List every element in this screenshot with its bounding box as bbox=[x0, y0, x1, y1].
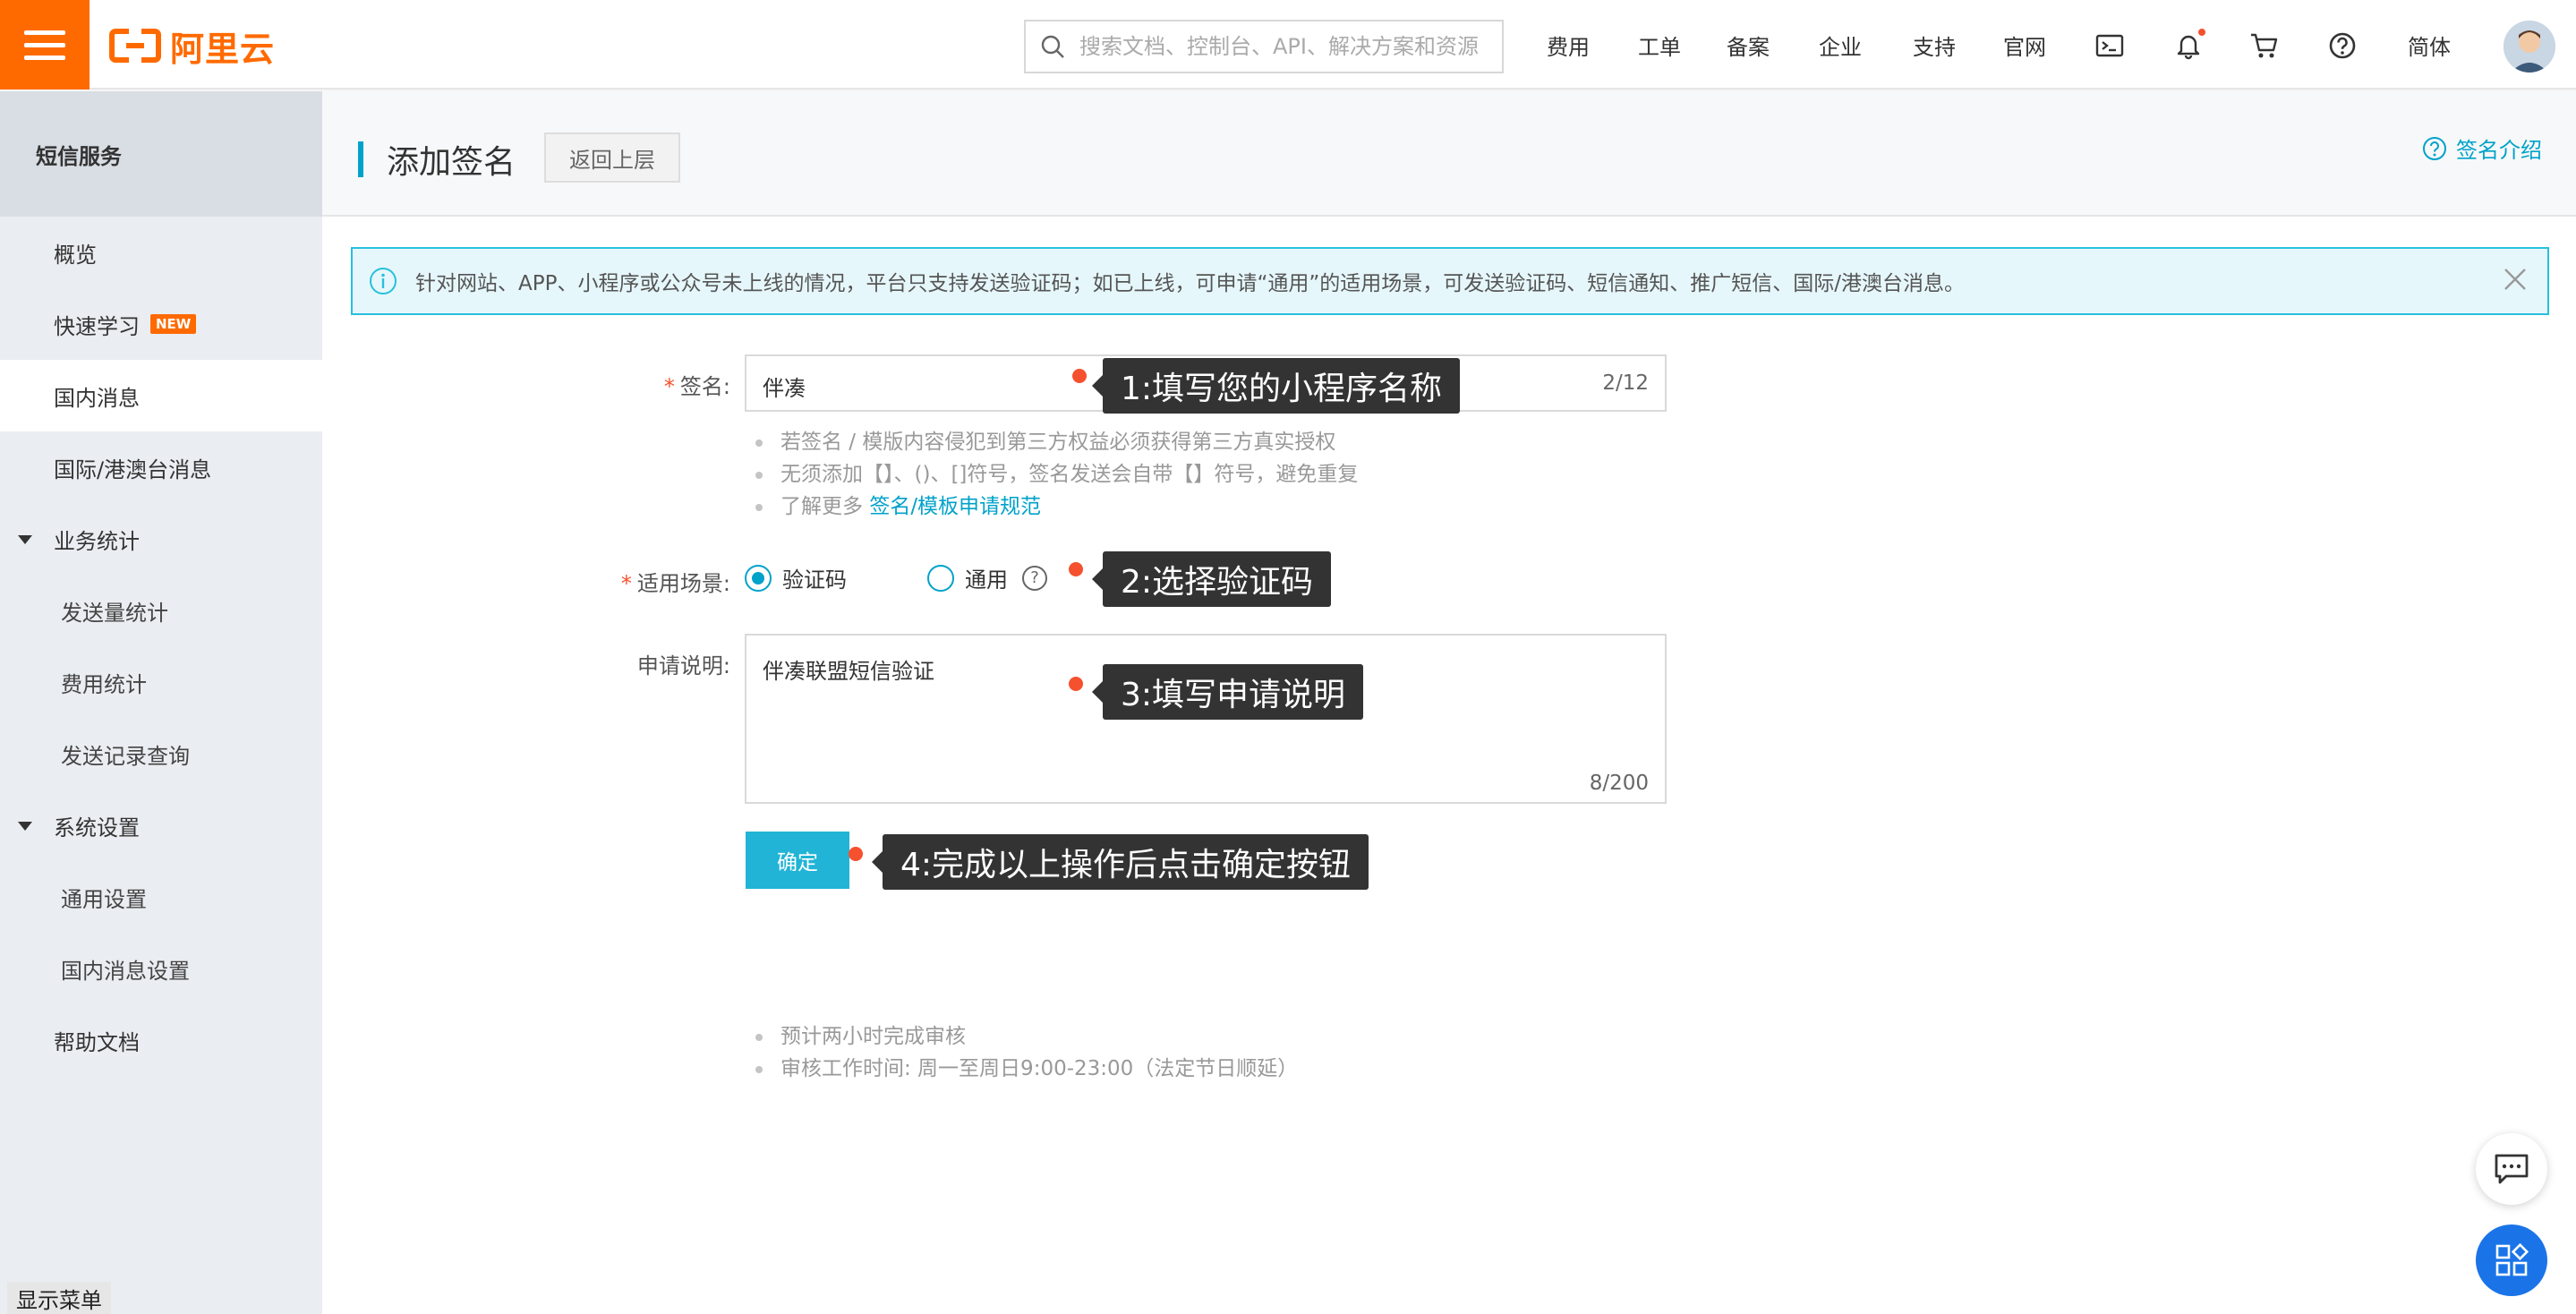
top-bar: 阿里云 费用 工单 备案 企业 支持 官网 简体 bbox=[0, 0, 2576, 90]
note-item: 预计两小时完成审核 bbox=[745, 1020, 1298, 1053]
description-value: 伴凑联盟短信验证 bbox=[763, 659, 934, 684]
hamburger-menu-button[interactable] bbox=[0, 0, 90, 90]
aliyun-logo-icon bbox=[109, 29, 161, 63]
description-char-count: 8/200 bbox=[1589, 772, 1649, 795]
annotation-dot bbox=[1072, 369, 1087, 383]
sidebar-item-general-settings[interactable]: 通用设置 bbox=[0, 861, 322, 933]
nav-enterprise[interactable]: 企业 bbox=[1819, 0, 1862, 90]
apps-grid-icon bbox=[2495, 1243, 2529, 1276]
radio-verification-code[interactable]: 验证码 bbox=[745, 562, 847, 593]
annotation-dot bbox=[1069, 677, 1083, 691]
global-search[interactable] bbox=[1024, 20, 1504, 73]
annotation-tip-3: 3:填写申请说明 bbox=[1091, 664, 1364, 720]
radio-general[interactable]: 通用 ? bbox=[927, 562, 1047, 593]
chat-float-button[interactable] bbox=[2476, 1133, 2547, 1205]
sidebar-item-quick-learn[interactable]: 快速学习 NEW bbox=[0, 288, 322, 360]
caret-down-icon bbox=[18, 535, 32, 544]
sidebar-group-business-stats[interactable]: 业务统计 bbox=[0, 503, 322, 575]
annotation-tip-2: 2:选择验证码 bbox=[1091, 551, 1332, 607]
sidebar-item-domestic-settings[interactable]: 国内消息设置 bbox=[0, 933, 322, 1004]
bell-icon[interactable] bbox=[2171, 29, 2205, 63]
close-icon[interactable] bbox=[2503, 267, 2528, 292]
sidebar-item-international-messages[interactable]: 国际/港澳台消息 bbox=[0, 431, 322, 503]
sidebar-item-overview[interactable]: 概览 bbox=[0, 217, 322, 288]
nav-support[interactable]: 支持 bbox=[1913, 0, 1956, 90]
notification-dot bbox=[2198, 29, 2205, 36]
info-alert: 针对网站、APP、小程序或公众号未上线的情况，平台只支持发送验证码；如已上线，可… bbox=[351, 247, 2549, 315]
annotation-dot bbox=[1069, 562, 1083, 576]
avatar[interactable] bbox=[2503, 21, 2555, 73]
new-badge: NEW bbox=[150, 314, 197, 334]
sidebar: 短信服务 概览 快速学习 NEW 国内消息 国际/港澳台消息 业务统计 发送量统计… bbox=[0, 91, 322, 1314]
sidebar-group-system-settings[interactable]: 系统设置 bbox=[0, 789, 322, 861]
signature-char-count: 2/12 bbox=[1602, 371, 1649, 395]
back-button[interactable]: 返回上层 bbox=[544, 132, 680, 183]
apps-float-button[interactable] bbox=[2476, 1224, 2547, 1296]
logo-text: 阿里云 bbox=[170, 29, 276, 69]
review-notes: 预计两小时完成审核 审核工作时间: 周一至周日9:00-23:00（法定节日顺延… bbox=[745, 1020, 1298, 1085]
nav-fee[interactable]: 费用 bbox=[1547, 0, 1590, 90]
sidebar-title: 短信服务 bbox=[0, 91, 322, 217]
sidebar-item-send-records[interactable]: 发送记录查询 bbox=[0, 718, 322, 789]
alert-message: 针对网站、APP、小程序或公众号未上线的情况，平台只支持发送验证码；如已上线，可… bbox=[415, 272, 1966, 295]
hint-item: 了解更多 签名/模板申请规范 bbox=[745, 491, 1358, 523]
signature-hints: 若签名 / 模版内容侵犯到第三方权益必须获得第三方真实授权 无须添加【】、()、… bbox=[745, 426, 1358, 523]
scene-label: * 适用场景: bbox=[620, 571, 730, 596]
sidebar-item-domestic-messages[interactable]: 国内消息 bbox=[0, 360, 322, 431]
aliyun-logo[interactable]: 阿里云 bbox=[109, 25, 275, 69]
signature-value: 伴凑 bbox=[763, 376, 806, 401]
sidebar-item-send-volume[interactable]: 发送量统计 bbox=[0, 575, 322, 646]
annotation-tip-4: 4:完成以上操作后点击确定按钮 bbox=[871, 834, 1369, 890]
title-accent-bar bbox=[358, 141, 363, 177]
sidebar-item-fee-stats[interactable]: 费用统计 bbox=[0, 646, 322, 718]
sidebar-item-help-docs[interactable]: 帮助文档 bbox=[0, 1004, 322, 1076]
main-content: 添加签名 返回上层 签名介绍 针对网站、APP、小程序或公众号未上线的情况，平台… bbox=[322, 91, 2576, 1314]
question-circle-icon bbox=[2423, 136, 2446, 160]
cart-icon[interactable] bbox=[2248, 29, 2282, 63]
help-icon[interactable] bbox=[2325, 29, 2359, 63]
annotation-dot bbox=[849, 847, 863, 861]
radio-unchecked-icon bbox=[927, 564, 954, 592]
show-menu-button[interactable]: 显示菜单 bbox=[7, 1282, 111, 1314]
annotation-tip-1: 1:填写您的小程序名称 bbox=[1091, 358, 1461, 414]
signature-intro-link[interactable]: 签名介绍 bbox=[2422, 132, 2542, 164]
caret-down-icon bbox=[18, 822, 32, 831]
language-switch[interactable]: 简体 bbox=[2408, 0, 2451, 90]
nav-official-site[interactable]: 官网 bbox=[2003, 0, 2046, 90]
search-input[interactable] bbox=[1079, 34, 1500, 59]
confirm-button[interactable]: 确定 bbox=[746, 832, 849, 889]
nav-filing[interactable]: 备案 bbox=[1727, 0, 1770, 90]
signature-label: * 签名: bbox=[663, 374, 730, 399]
hint-item: 无须添加【】、()、[]符号，签名发送会自带【】符号，避免重复 bbox=[745, 458, 1358, 491]
page-title: 添加签名 bbox=[387, 144, 516, 181]
note-item: 审核工作时间: 周一至周日9:00-23:00（法定节日顺延） bbox=[745, 1053, 1298, 1085]
terminal-icon[interactable] bbox=[2093, 29, 2127, 63]
nav-ticket[interactable]: 工单 bbox=[1638, 0, 1681, 90]
info-icon bbox=[370, 268, 397, 294]
template-rules-link[interactable]: 签名/模板申请规范 bbox=[869, 495, 1041, 518]
chat-icon bbox=[2495, 1154, 2529, 1184]
hint-item: 若签名 / 模版内容侵犯到第三方权益必须获得第三方真实授权 bbox=[745, 426, 1358, 458]
search-icon bbox=[1041, 35, 1064, 58]
question-icon[interactable]: ? bbox=[1022, 565, 1047, 591]
radio-checked-icon bbox=[745, 564, 772, 592]
page-header: 添加签名 返回上层 签名介绍 bbox=[322, 91, 2576, 217]
description-label: 申请说明: bbox=[636, 653, 730, 678]
